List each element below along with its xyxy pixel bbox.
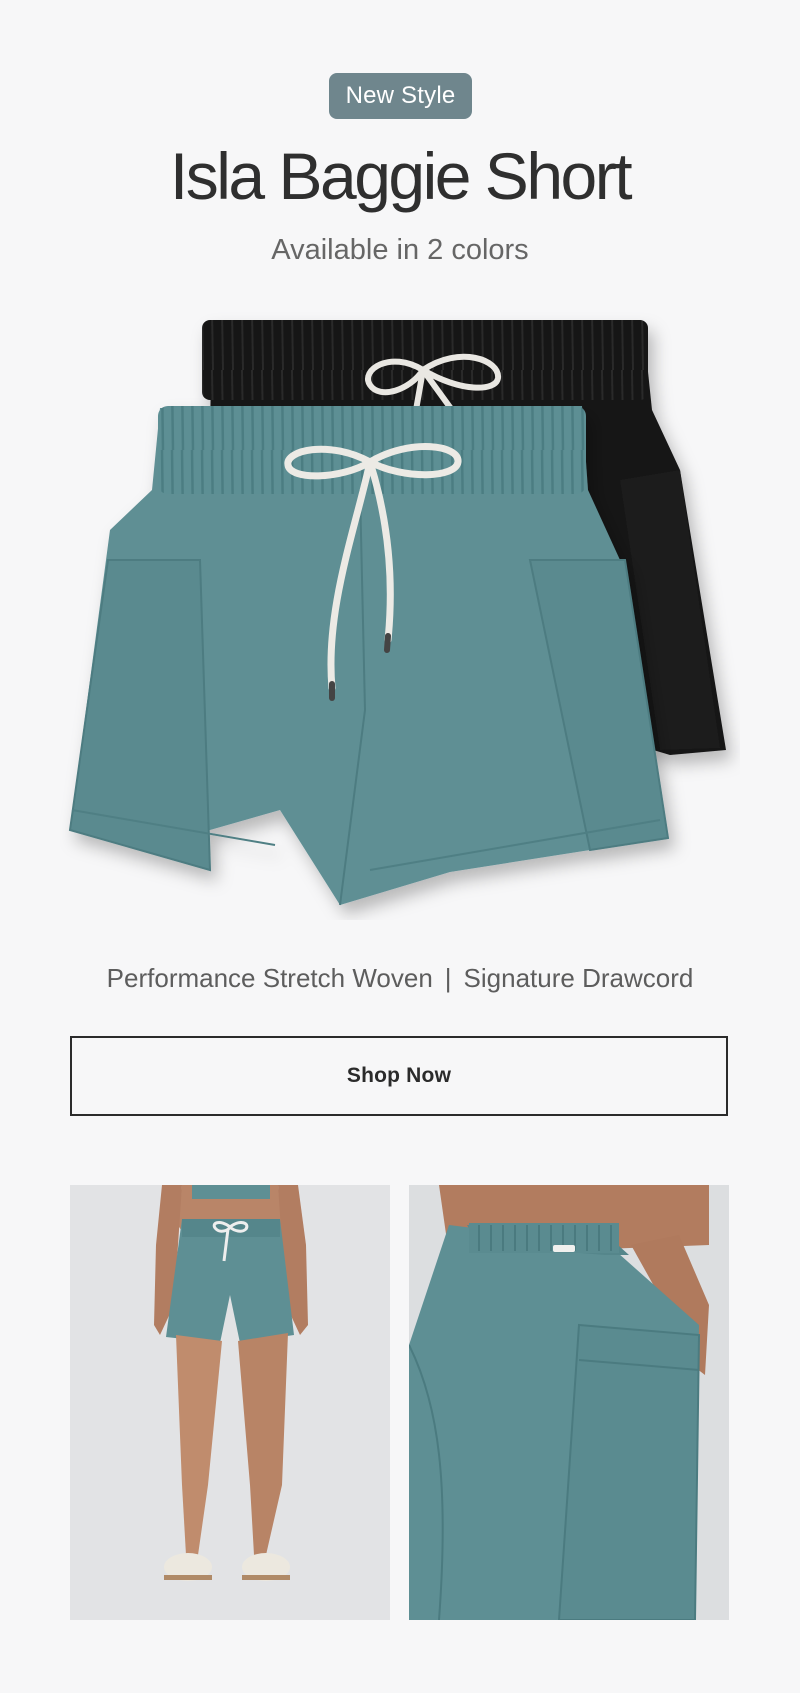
feature-fabric: Performance Stretch Woven (106, 963, 433, 993)
product-features: Performance Stretch Woven | Signature Draw… (0, 958, 800, 998)
shop-now-button[interactable]: Shop Now (70, 1036, 728, 1116)
hero-product-image[interactable] (60, 310, 740, 920)
model-front-photo[interactable] (70, 1185, 390, 1620)
pocket-detail-photo[interactable] (409, 1185, 729, 1620)
brand-tag (553, 1245, 575, 1252)
product-title: Isla Baggie Short (169, 139, 633, 213)
model-top (192, 1185, 270, 1199)
feature-drawcord: Signature Drawcord (463, 963, 694, 993)
email-page: New Style Isla Baggie Short Available in… (0, 0, 800, 1693)
new-style-badge: New Style (329, 73, 472, 119)
color-availability: Available in 2 colors (271, 234, 529, 266)
feature-separator: | (444, 963, 452, 993)
